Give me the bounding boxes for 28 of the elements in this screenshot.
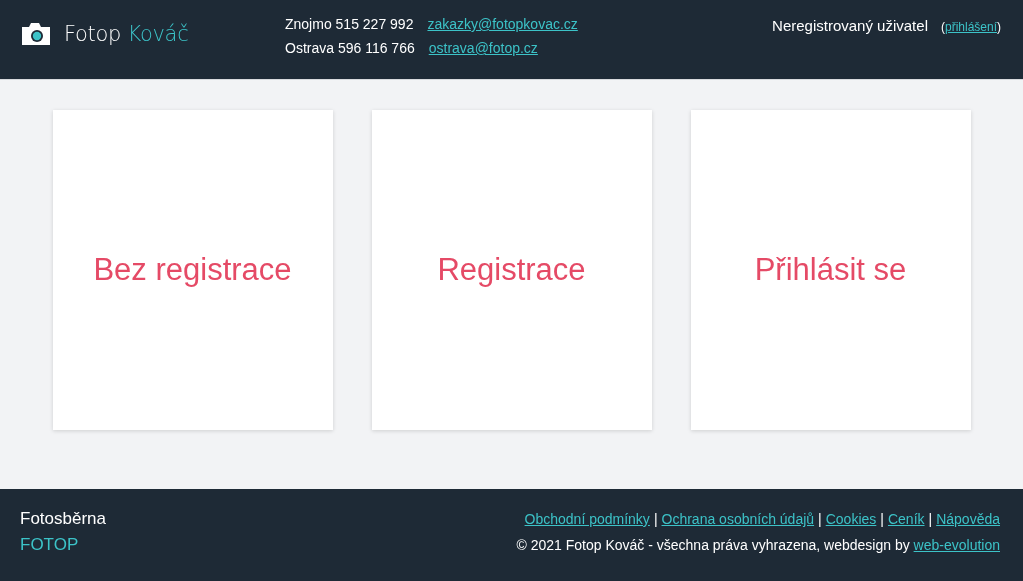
footer-link[interactable]: Obchodní podmínky <box>524 511 650 527</box>
card-title: Bez registrace <box>93 252 292 288</box>
card-title: Registrace <box>437 252 586 288</box>
separator-text: | <box>653 511 658 527</box>
separator-text: | <box>818 511 822 527</box>
separator-text: | <box>880 511 884 527</box>
footer-link[interactable]: Ochrana osobních údajů <box>661 511 815 527</box>
copyright-text: © 2021 Fotop Kováč - všechna práva vyhrazena, webdesign by web-evolution <box>516 537 1000 553</box>
option-card[interactable]: Registrace <box>371 110 652 430</box>
footer-title: Fotosběrna <box>20 509 106 529</box>
card-title: Přihlásit se <box>754 252 907 288</box>
option-card[interactable]: Přihlásit se <box>690 110 971 430</box>
login-link[interactable]: přihlášení <box>944 20 997 34</box>
footer-link[interactable]: Ceník <box>887 511 925 527</box>
footer-brand: FOTOP <box>20 535 80 555</box>
email-link[interactable]: ostrava@fotop.cz <box>428 40 538 56</box>
webdesign-link[interactable]: web-evolution <box>913 537 1000 553</box>
user-status: Neregistrovaný uživatel <box>772 17 928 34</box>
option-card[interactable]: Bez registrace <box>52 110 333 430</box>
phone-text: Ostrava 596 116 766 <box>285 40 415 56</box>
email-link[interactable]: zakazky@fotopkovac.cz <box>427 16 578 32</box>
login-note: (přihlášení) <box>940 20 1001 34</box>
separator-text: | <box>928 511 933 527</box>
footer-link[interactable]: Cookies <box>825 511 877 527</box>
phone-text: Znojmo 515 227 992 <box>285 16 414 32</box>
footer-link[interactable]: Nápověda <box>936 511 1000 527</box>
camera-icon <box>20 22 52 46</box>
logo-text[interactable]: Fotop Kováč <box>64 22 189 46</box>
